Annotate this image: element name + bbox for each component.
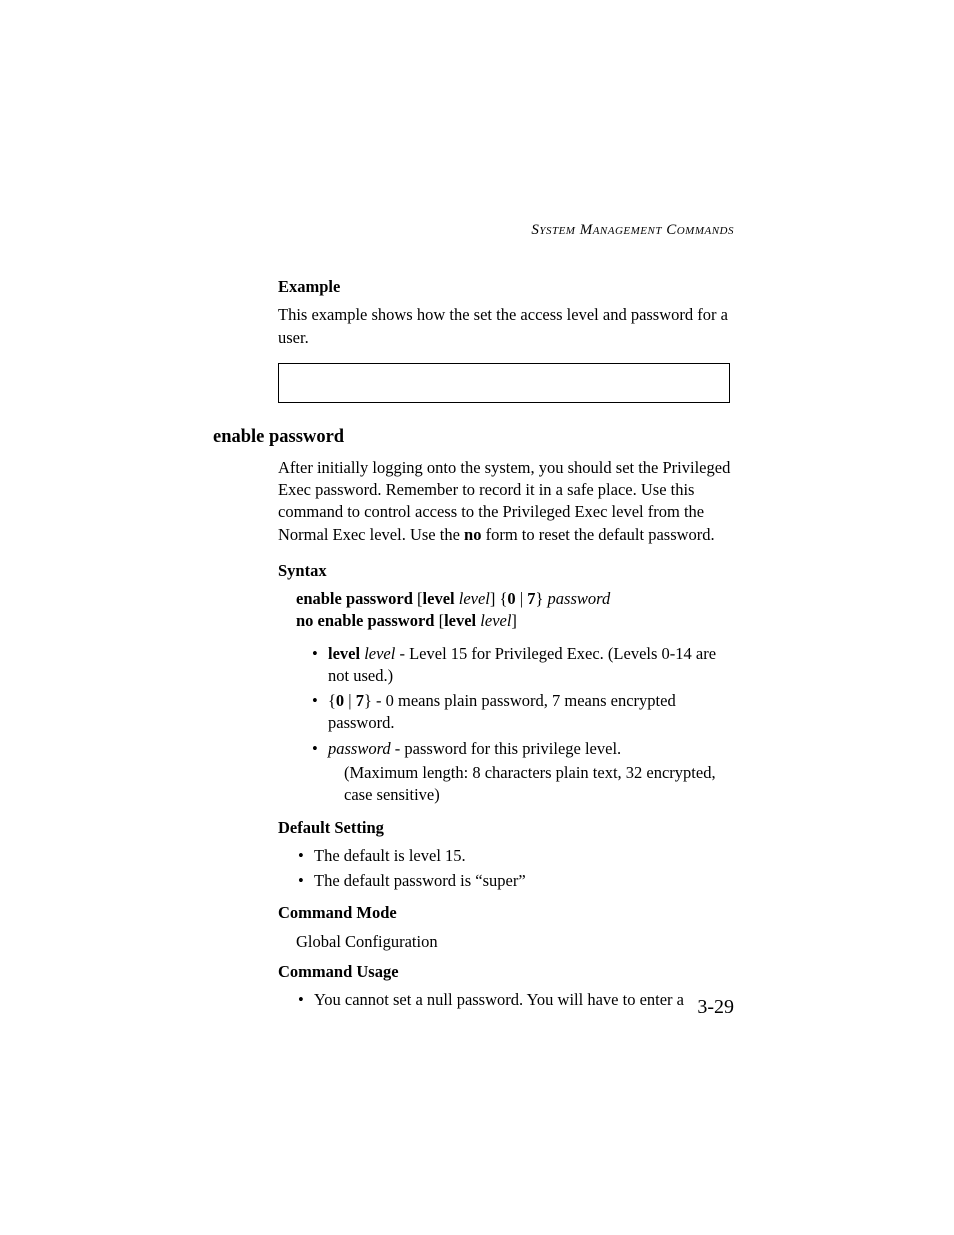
syntax-lines: enable password [level level] {0 | 7} pa… <box>296 588 732 633</box>
sb2-rest: } - 0 means plain password, 7 means encr… <box>328 691 676 732</box>
page: System Management Commands Example This … <box>0 0 954 1235</box>
syntax-bullet-2: {0 | 7} - 0 means plain password, 7 mean… <box>312 690 732 735</box>
syntax-bullet-1: level level - Level 15 for Privileged Ex… <box>312 643 732 688</box>
command-usage-heading: Command Usage <box>278 961 732 983</box>
syntax-l1-j: } <box>535 589 547 608</box>
syntax-l1-zero: 0 <box>507 589 515 608</box>
section-heading: enable password <box>213 425 344 450</box>
sb2-zero: 0 <box>336 691 344 710</box>
sb3-note: (Maximum length: 8 characters plain text… <box>344 762 732 807</box>
command-mode-heading: Command Mode <box>278 902 732 924</box>
syntax-l2-cmd: no enable password <box>296 611 434 630</box>
syntax-l2-b: [ <box>434 611 444 630</box>
syntax-bullet-3: password - password for this privilege l… <box>312 738 732 807</box>
ds-bullet-2: The default password is “super” <box>298 870 732 892</box>
sb2-open: { <box>328 691 336 710</box>
syntax-l1-level-arg: level <box>459 589 490 608</box>
sb3-pw: password <box>328 739 391 758</box>
section-intro: After initially logging onto the system,… <box>278 457 732 546</box>
default-setting-heading: Default Setting <box>278 817 732 839</box>
syntax-l1-cmd: enable password <box>296 589 413 608</box>
syntax-line-1: enable password [level level] {0 | 7} pa… <box>296 588 732 610</box>
syntax-line-2: no enable password [level level] <box>296 610 732 632</box>
command-mode-text: Global Configuration <box>296 931 732 953</box>
section-heading-wrap: enable password <box>278 425 732 447</box>
content-block: Example This example shows how the set t… <box>278 276 732 1021</box>
cu-bullet-1: You cannot set a null password. You will… <box>298 989 732 1011</box>
page-number: 3-29 <box>697 996 734 1019</box>
syntax-l1-password: password <box>548 589 611 608</box>
syntax-bullets: level level - Level 15 for Privileged Ex… <box>312 643 732 807</box>
intro-no-keyword: no <box>464 525 481 544</box>
sb1-level-kw: level <box>328 644 360 663</box>
example-heading: Example <box>278 276 732 298</box>
example-text: This example shows how the set the acces… <box>278 304 732 349</box>
sb1-level-arg: level <box>364 644 395 663</box>
ds-bullet-1: The default is level 15. <box>298 845 732 867</box>
syntax-l2-f: ] <box>511 611 517 630</box>
syntax-l1-f: ] { <box>490 589 508 608</box>
syntax-l2-level-kw: level <box>444 611 476 630</box>
default-setting-bullets: The default is level 15. The default pas… <box>298 845 732 893</box>
sb3-rest: - password for this privilege level. <box>391 739 621 758</box>
example-code-box <box>278 363 730 403</box>
syntax-l1-b: [ <box>413 589 423 608</box>
syntax-heading: Syntax <box>278 560 732 582</box>
running-head: System Management Commands <box>531 222 734 239</box>
syntax-l2-level-arg: level <box>480 611 511 630</box>
syntax-l1-level-kw: level <box>423 589 455 608</box>
sb2-pipe: | <box>344 691 356 710</box>
syntax-l1-h: | <box>516 589 528 608</box>
sb2-seven: 7 <box>356 691 364 710</box>
intro-part2: form to reset the default password. <box>481 525 714 544</box>
command-usage-bullets: You cannot set a null password. You will… <box>298 989 732 1011</box>
